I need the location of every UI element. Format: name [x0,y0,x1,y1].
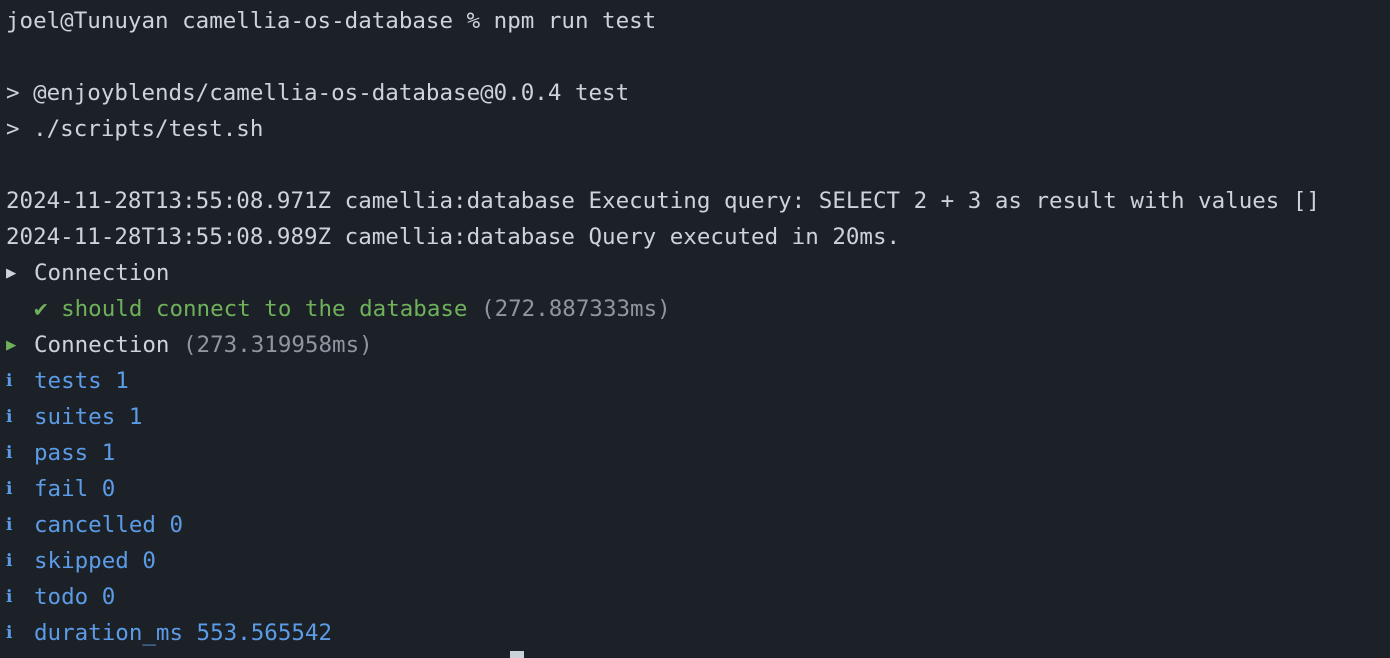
test-result-line: ✔ should connect to the database (272.88… [6,291,1390,327]
summary-text: todo 0 [34,584,116,610]
test-duration: (272.887333ms) [481,296,671,322]
summary-line: ℹ duration_ms 553.565542 [6,615,1390,651]
summary-line: ℹ cancelled 0 [6,507,1390,543]
summary-line: ℹ tests 1 [6,363,1390,399]
summary-line: ℹ skipped 0 [6,543,1390,579]
summary-text: suites 1 [34,404,143,430]
command-line: joel@Tunuyan camellia-os-database % npm … [6,8,657,34]
summary-line: ℹ suites 1 [6,399,1390,435]
log-line: 2024-11-28T13:55:08.971Z camellia:databa… [6,188,1320,214]
npm-script-command-line: > ./scripts/test.sh [6,116,264,142]
suite-name: Connection [34,332,170,358]
terminal-window[interactable]: joel@Tunuyan camellia-os-database % npm … [0,0,1390,658]
triangle-right-icon: ▶ [6,263,17,283]
summary-text: skipped 0 [34,548,156,574]
info-icon: ℹ [6,515,13,535]
info-icon: ℹ [6,371,13,391]
log-line: 2024-11-28T13:55:08.989Z camellia:databa… [6,224,901,250]
suite-name: Connection [34,260,170,286]
suite-start-line: ▶ Connection [6,255,1390,291]
info-icon: ℹ [6,443,13,463]
summary-line: ℹ pass 1 [6,435,1390,471]
summary-text: fail 0 [34,476,116,502]
summary-text: duration_ms 553.565542 [34,620,333,646]
terminal-cursor [510,651,524,658]
suite-end-line: ▶ Connection (273.319958ms) [6,327,1390,363]
summary-text: cancelled 0 [34,512,184,538]
info-icon: ℹ [6,587,13,607]
npm-script-line: > @enjoyblends/camellia-os-database@0.0.… [6,80,630,106]
summary-line: ℹ fail 0 [6,471,1390,507]
summary-text: tests 1 [34,368,129,394]
info-icon: ℹ [6,479,13,499]
info-icon: ℹ [6,623,13,643]
info-icon: ℹ [6,551,13,571]
info-icon: ℹ [6,407,13,427]
checkmark-icon: ✔ [34,296,48,322]
triangle-right-icon: ▶ [6,335,17,355]
summary-text: pass 1 [34,440,116,466]
suite-duration: (273.319958ms) [183,332,373,358]
test-name: should connect to the database [61,296,468,322]
summary-line: ℹ todo 0 [6,579,1390,615]
